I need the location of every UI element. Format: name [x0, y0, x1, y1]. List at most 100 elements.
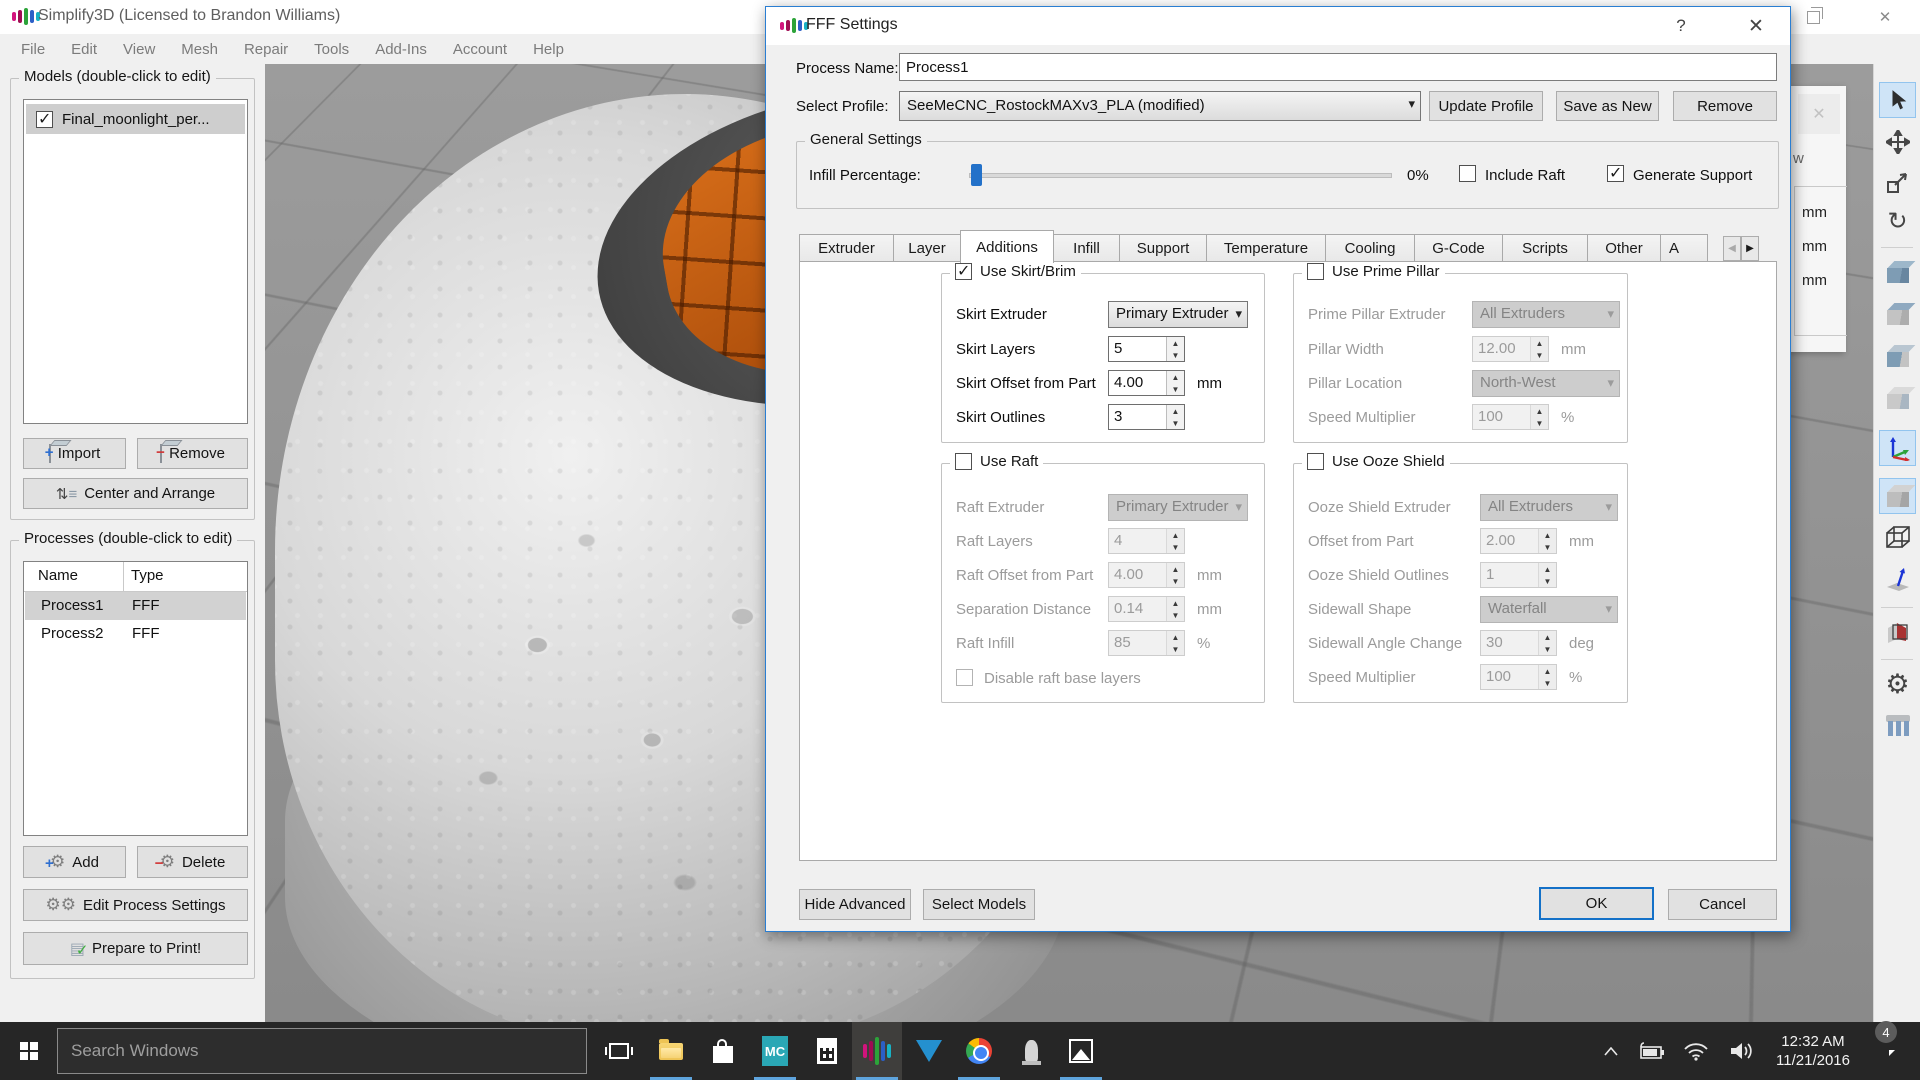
tab-other[interactable]: Other	[1587, 234, 1661, 262]
skirt-extruder-dropdown[interactable]: Primary Extruder	[1108, 301, 1248, 328]
menu-tools[interactable]: Tools	[301, 41, 362, 58]
cura-button[interactable]	[1006, 1022, 1056, 1080]
view-top-icon[interactable]	[1879, 296, 1916, 332]
arrange-icon: ⇅≡	[55, 485, 78, 503]
use-ooze-shield-checkbox[interactable]	[1307, 453, 1324, 470]
makerware-button[interactable]: MC	[750, 1022, 800, 1080]
move-tool-icon[interactable]	[1879, 124, 1916, 160]
autodesk-app-button[interactable]	[904, 1022, 954, 1080]
hide-advanced-button[interactable]: Hide Advanced	[799, 889, 911, 920]
process-row[interactable]: Process1 FFF	[25, 592, 246, 620]
prime-pillar-extruder-dropdown: All Extruders	[1472, 301, 1620, 328]
cancel-button[interactable]: Cancel	[1668, 889, 1777, 920]
menu-account[interactable]: Account	[440, 41, 520, 58]
tab-infill[interactable]: Infill	[1053, 234, 1120, 262]
include-raft-checkbox[interactable]	[1459, 165, 1476, 182]
wireframe-view-icon[interactable]	[1879, 520, 1916, 556]
photos-button[interactable]	[1056, 1022, 1106, 1080]
scale-tool-icon[interactable]	[1879, 164, 1916, 200]
menu-view[interactable]: View	[110, 41, 168, 58]
center-and-arrange-button[interactable]: ⇅≡ Center and Arrange	[23, 478, 248, 509]
close-window-icon[interactable]: ✕	[1868, 4, 1902, 30]
tab-gcode[interactable]: G-Code	[1414, 234, 1503, 262]
task-view-button[interactable]	[594, 1022, 644, 1080]
taskbar-clock[interactable]: 12:32 AM 11/21/2016	[1766, 1022, 1860, 1080]
tab-extruder[interactable]: Extruder	[799, 234, 894, 262]
menu-mesh[interactable]: Mesh	[168, 41, 231, 58]
model-visible-checkbox[interactable]	[36, 109, 53, 129]
surface-normals-icon[interactable]	[1879, 562, 1916, 598]
remove-button[interactable]: − Remove	[137, 438, 248, 469]
infill-slider-track[interactable]	[969, 173, 1392, 178]
machine-settings-gear-icon[interactable]: ⚙	[1879, 666, 1916, 702]
add-process-button[interactable]: ⚙ + Add	[23, 846, 126, 878]
select-tool-icon[interactable]	[1879, 82, 1916, 118]
wifi-tray-button[interactable]	[1676, 1022, 1716, 1080]
tray-expand-button[interactable]	[1596, 1022, 1626, 1080]
menu-repair[interactable]: Repair	[231, 41, 301, 58]
menu-help[interactable]: Help	[520, 41, 577, 58]
ok-button[interactable]: OK	[1539, 887, 1654, 920]
dialog-close-icon[interactable]: ✕	[1741, 13, 1771, 39]
menu-edit[interactable]: Edit	[58, 41, 110, 58]
use-prime-pillar-checkbox[interactable]	[1307, 263, 1324, 280]
process-name-input[interactable]	[899, 53, 1777, 81]
action-center-button[interactable]: 4	[1862, 1021, 1912, 1080]
support-structures-icon[interactable]	[1879, 708, 1916, 744]
help-button[interactable]: ?	[1666, 13, 1696, 39]
model-list-item[interactable]: Final_moonlight_per...	[26, 104, 245, 134]
menu-addins[interactable]: Add-Ins	[362, 41, 440, 58]
tab-cooling[interactable]: Cooling	[1325, 234, 1415, 262]
infill-slider-handle[interactable]	[971, 164, 982, 186]
tab-partial[interactable]: A	[1660, 234, 1708, 262]
rotate-tool-icon[interactable]: ↻	[1879, 204, 1916, 240]
infill-percentage-label: Infill Percentage:	[809, 167, 921, 184]
spinner-arrows-icon	[1537, 563, 1556, 587]
taskbar-search[interactable]: Search Windows	[57, 1028, 587, 1074]
dialog-titlebar[interactable]: FFF Settings ? ✕	[766, 7, 1790, 45]
chrome-button[interactable]	[954, 1022, 1004, 1080]
obscured-close-icon[interactable]: ✕	[1798, 94, 1840, 134]
process-row[interactable]: Process2 FFF	[25, 620, 246, 648]
tab-layer[interactable]: Layer	[893, 234, 961, 262]
select-models-button[interactable]: Select Models	[923, 889, 1035, 920]
tab-support[interactable]: Support	[1119, 234, 1207, 262]
use-skirt-checkbox[interactable]	[955, 261, 972, 281]
import-button[interactable]: + Import	[23, 438, 126, 469]
simplify3d-taskbar-button[interactable]	[852, 1022, 902, 1080]
calculator-button[interactable]	[802, 1022, 852, 1080]
file-explorer-button[interactable]	[646, 1022, 696, 1080]
generate-support-checkbox[interactable]	[1607, 163, 1624, 183]
menu-file[interactable]: File	[8, 41, 58, 58]
volume-tray-button[interactable]	[1722, 1022, 1762, 1080]
save-as-new-button[interactable]: Save as New	[1556, 91, 1659, 121]
update-profile-button[interactable]: Update Profile	[1429, 91, 1543, 121]
tab-temperature[interactable]: Temperature	[1206, 234, 1326, 262]
profile-dropdown[interactable]: SeeMeCNC_RostockMAXv3_PLA (modified)	[899, 91, 1421, 121]
skirt-outlines-spinner[interactable]: 3	[1108, 404, 1185, 430]
view-side-icon[interactable]	[1879, 338, 1916, 374]
edit-process-settings-button[interactable]: ⚙⚙ Edit Process Settings	[23, 889, 248, 921]
cross-section-icon[interactable]	[1879, 614, 1916, 650]
prepare-to-print-button[interactable]: ▤ ✓ Prepare to Print!	[23, 932, 248, 965]
windows-store-button[interactable]	[698, 1022, 748, 1080]
restore-window-icon[interactable]	[1796, 4, 1830, 30]
solid-view-icon[interactable]	[1879, 478, 1916, 514]
tab-scroll-buttons: ◀ ▶	[1723, 236, 1759, 261]
tab-scroll-left-icon[interactable]: ◀	[1723, 236, 1741, 261]
skirt-layers-spinner[interactable]: 5	[1108, 336, 1185, 362]
coordinate-axes-icon[interactable]	[1879, 430, 1916, 466]
remove-profile-button[interactable]: Remove	[1673, 91, 1777, 121]
skirt-offset-spinner[interactable]: 4.00	[1108, 370, 1185, 396]
view-front-icon[interactable]	[1879, 254, 1916, 290]
battery-tray-button[interactable]	[1630, 1022, 1670, 1080]
spinner-arrows-icon	[1165, 563, 1184, 587]
use-raft-checkbox[interactable]	[955, 453, 972, 470]
delete-process-button[interactable]: ⚙ − Delete	[137, 846, 248, 878]
tab-scroll-right-icon[interactable]: ▶	[1741, 236, 1759, 261]
tab-additions[interactable]: Additions	[960, 230, 1054, 263]
wifi-icon	[1684, 1042, 1708, 1061]
view-iso-icon[interactable]	[1879, 380, 1916, 416]
tab-scripts[interactable]: Scripts	[1502, 234, 1588, 262]
start-button[interactable]	[0, 1022, 57, 1080]
